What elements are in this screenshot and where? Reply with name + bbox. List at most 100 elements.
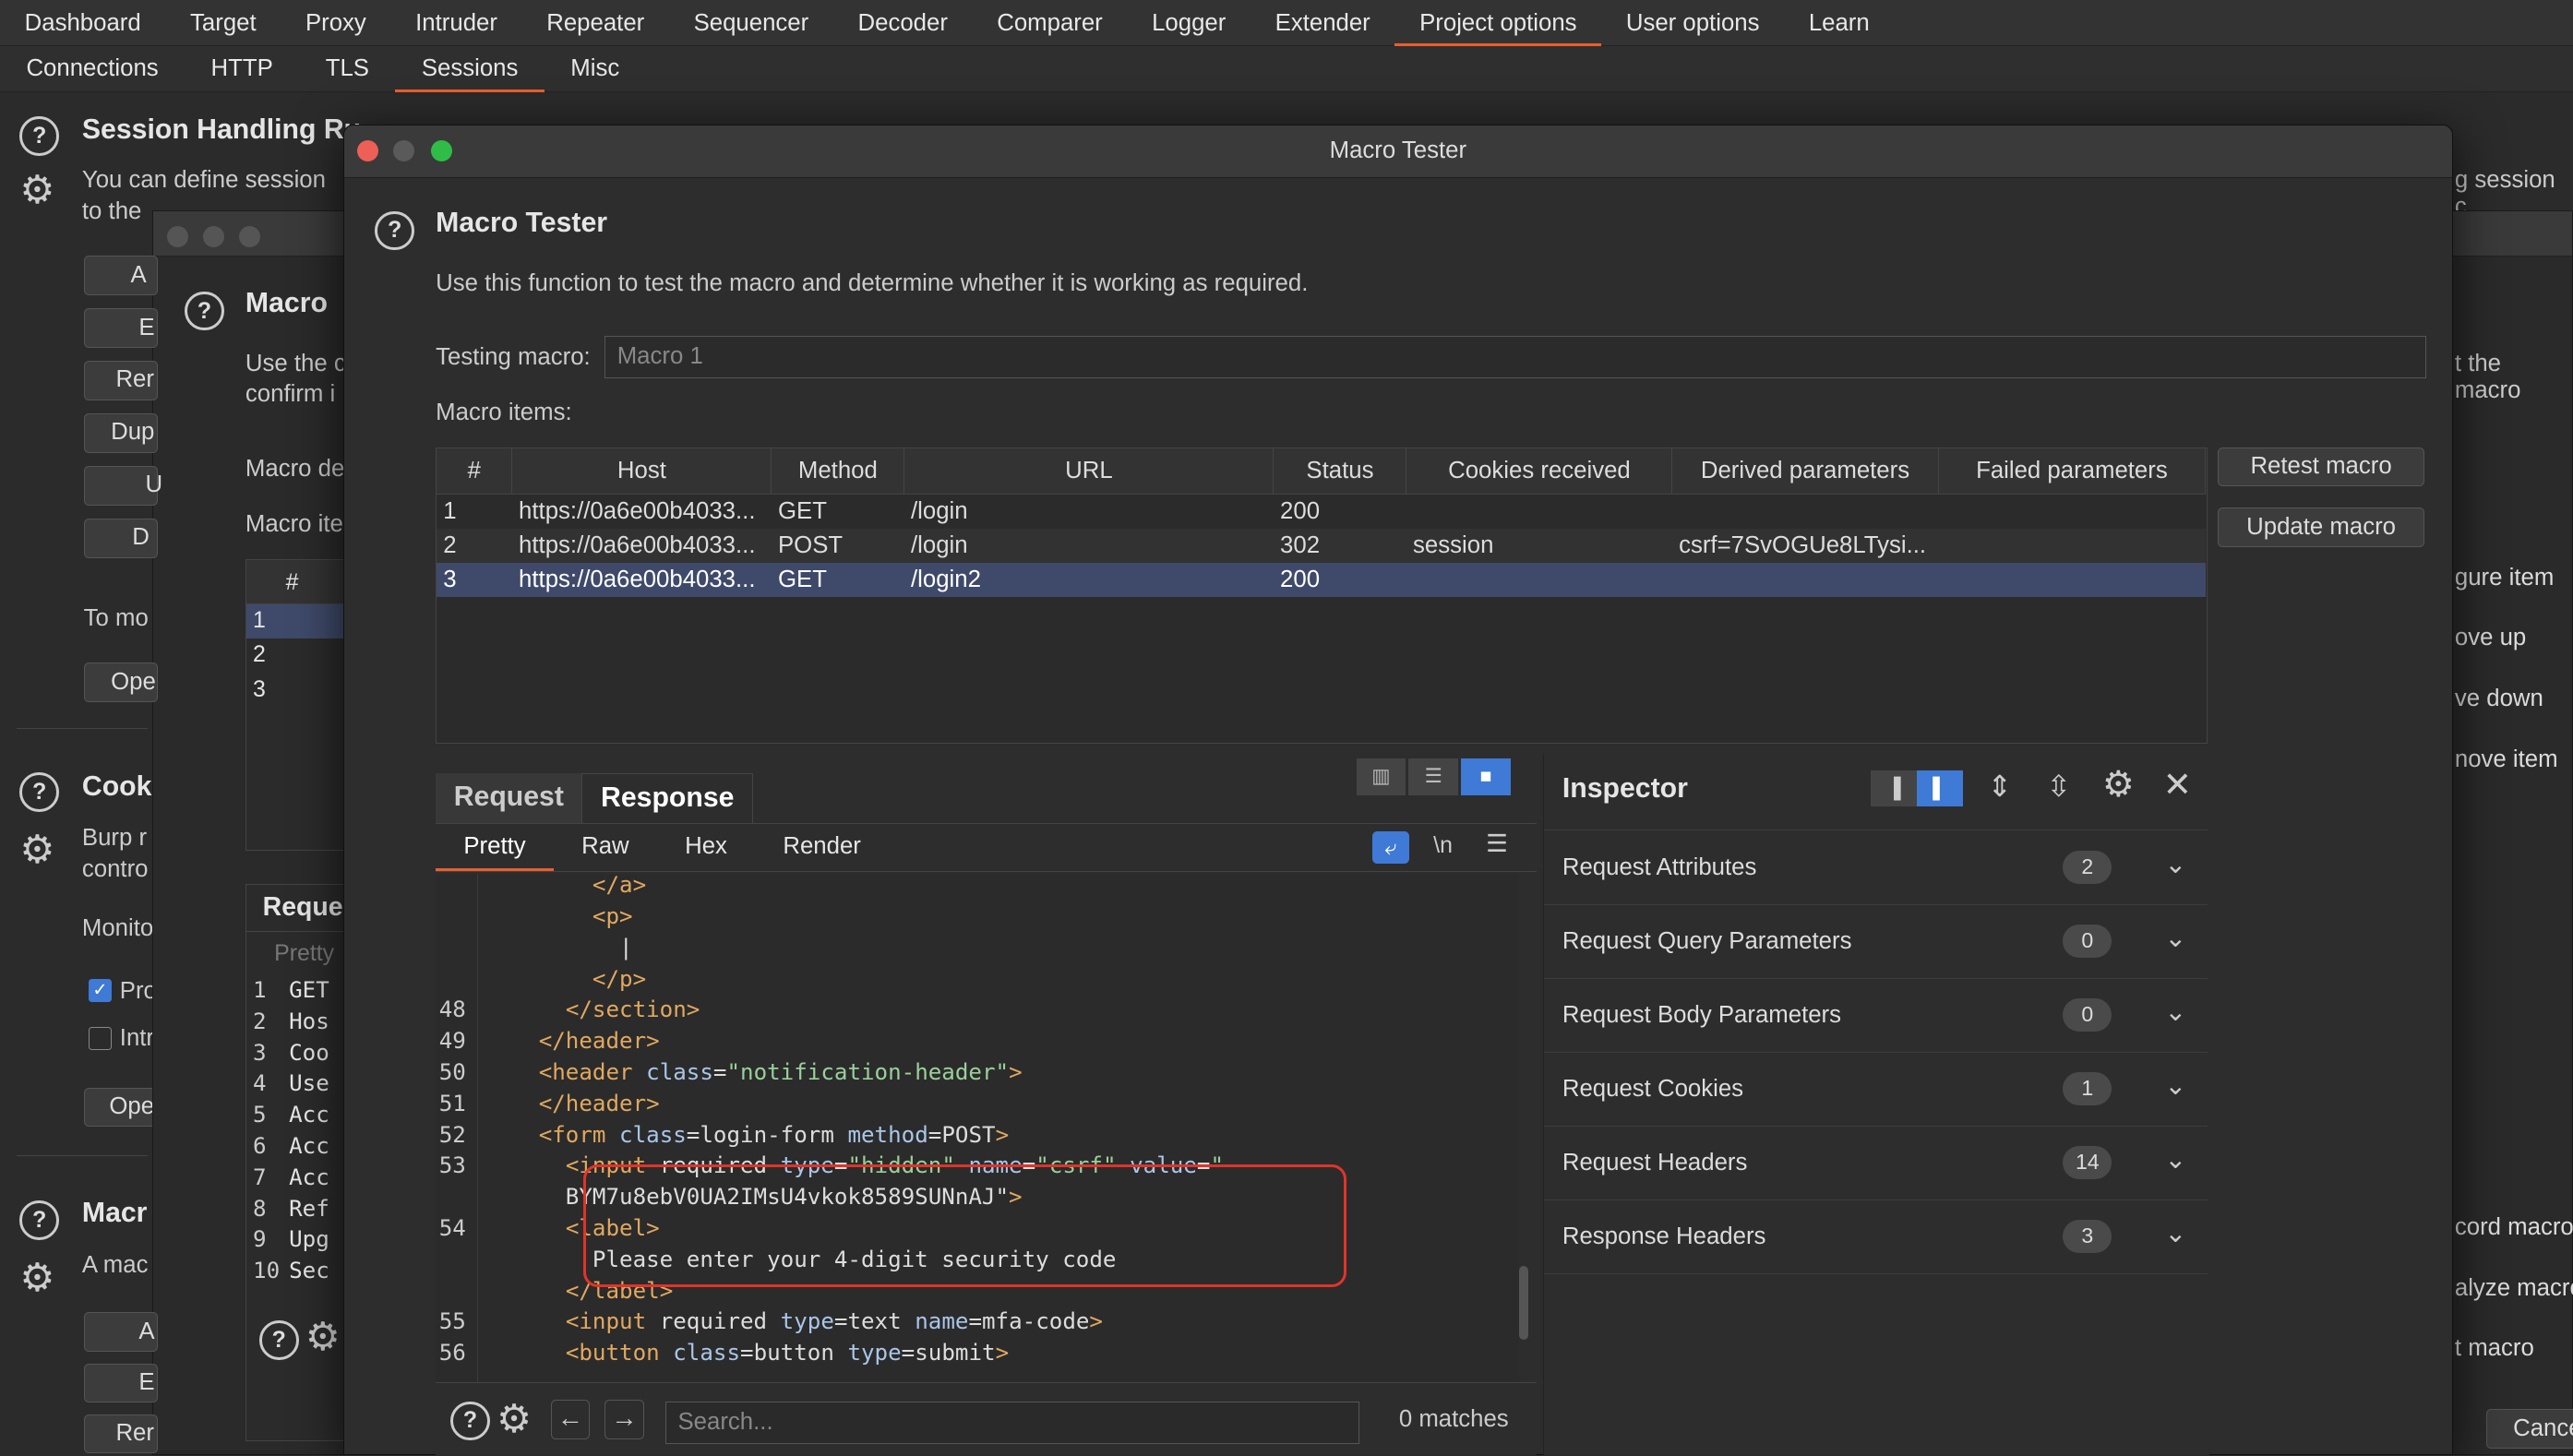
- tab-misc[interactable]: Misc: [545, 46, 646, 92]
- chevron-down-icon[interactable]: ⌄: [2164, 849, 2186, 880]
- table-row[interactable]: 2 https://0a6e00b4033... POST/login 302 sess…: [437, 528, 2206, 564]
- macro-items-table[interactable]: # Host Method URL Status Cookies received Deri…: [436, 447, 2208, 745]
- column-header[interactable]: Host: [511, 448, 772, 495]
- inspector-section[interactable]: Request Query Parameters 0 ⌄: [1544, 905, 2208, 979]
- tab-repeater[interactable]: Repeater: [522, 0, 669, 46]
- tab-user-options[interactable]: User options: [1601, 0, 1784, 46]
- checkbox-checked[interactable]: ✓: [89, 979, 112, 1003]
- inspector-section[interactable]: Request Attributes 2 ⌄: [1544, 831, 2208, 905]
- tab-target[interactable]: Target: [165, 0, 281, 46]
- column-header[interactable]: Status: [1273, 448, 1407, 495]
- split-vertical-icon[interactable]: ☰: [1408, 758, 1458, 795]
- tab-tls[interactable]: TLS: [299, 46, 395, 92]
- minimize-icon[interactable]: [202, 225, 224, 247]
- dock-left-icon[interactable]: ▐: [1871, 770, 1917, 806]
- expand-all-icon[interactable]: ⇕: [1987, 769, 2012, 804]
- remove-button[interactable]: Rer: [83, 1414, 158, 1454]
- right-button[interactable]: gure item: [2455, 559, 2573, 599]
- column-header[interactable]: Derived parameters: [1671, 448, 1939, 495]
- table-row[interactable]: 2: [246, 638, 343, 673]
- help-icon[interactable]: ?: [19, 116, 59, 156]
- help-icon[interactable]: ?: [258, 1320, 299, 1360]
- right-button[interactable]: Cance: [2485, 1409, 2573, 1449]
- right-button[interactable]: t macro: [2455, 1331, 2573, 1370]
- menu-icon[interactable]: ☰: [1486, 829, 1508, 858]
- right-button[interactable]: cord macro: [2455, 1209, 2573, 1248]
- right-button[interactable]: ve down: [2455, 681, 2573, 721]
- tab-proxy[interactable]: Proxy: [281, 0, 390, 46]
- tab-extender[interactable]: Extender: [1251, 0, 1394, 46]
- column-header[interactable]: URL: [904, 448, 1275, 495]
- wrap-lines-icon[interactable]: ⤶: [1372, 830, 1409, 865]
- tab-intruder[interactable]: Intruder: [390, 0, 521, 46]
- duplicate-button[interactable]: Dup: [83, 413, 158, 453]
- next-icon[interactable]: →: [604, 1399, 644, 1439]
- tab-pretty[interactable]: Pretty: [436, 824, 554, 872]
- tab-project-options[interactable]: Project options: [1394, 0, 1602, 46]
- retest-macro-button[interactable]: Retest macro: [2218, 447, 2425, 487]
- tab-request[interactable]: Request: [436, 773, 582, 823]
- tab-raw[interactable]: Raw: [554, 824, 657, 872]
- help-icon[interactable]: ?: [185, 291, 224, 331]
- tab-dashboard[interactable]: Dashboard: [0, 0, 165, 46]
- inspector-section[interactable]: Response Headers 3 ⌄: [1544, 1200, 2208, 1274]
- request-tab[interactable]: Reque: [245, 885, 343, 933]
- help-icon[interactable]: ?: [19, 772, 59, 813]
- open-button[interactable]: Ope: [83, 662, 158, 702]
- maximize-icon[interactable]: [238, 225, 260, 247]
- table-row[interactable]: 3 https://0a6e00b4033... GET/login2 200: [437, 563, 2206, 598]
- column-header[interactable]: Cookies received: [1406, 448, 1673, 495]
- tab-connections[interactable]: Connections: [0, 46, 185, 92]
- help-icon[interactable]: ?: [450, 1401, 490, 1441]
- up-button[interactable]: U: [83, 465, 162, 506]
- tab-decoder[interactable]: Decoder: [833, 0, 973, 46]
- response-editor[interactable]: </a> <p> | </p> 48 </section> 49 </header>…: [436, 873, 1519, 1383]
- macro-items-table[interactable]: # 1 2 3: [245, 558, 344, 851]
- edit-button[interactable]: E: [83, 1363, 158, 1403]
- tab-comparer[interactable]: Comparer: [973, 0, 1128, 46]
- inspector-section[interactable]: Request Body Parameters 0 ⌄: [1544, 979, 2208, 1053]
- previous-icon[interactable]: ←: [550, 1399, 591, 1439]
- update-macro-button[interactable]: Update macro: [2218, 507, 2425, 548]
- tab-logger[interactable]: Logger: [1127, 0, 1251, 46]
- column-header[interactable]: #: [437, 448, 513, 495]
- split-horizontal-icon[interactable]: ▥: [1356, 758, 1406, 795]
- close-icon[interactable]: ✕: [2163, 764, 2192, 805]
- tab-render[interactable]: Render: [755, 824, 889, 872]
- column-header[interactable]: Method: [771, 448, 905, 495]
- help-icon[interactable]: ?: [375, 210, 415, 251]
- chevron-down-icon[interactable]: ⌄: [2164, 1144, 2186, 1176]
- remove-button[interactable]: Rer: [83, 361, 158, 400]
- gear-icon[interactable]: ⚙: [2102, 765, 2135, 806]
- tab-sequencer[interactable]: Sequencer: [669, 0, 833, 46]
- dock-right-icon[interactable]: ▌: [1916, 770, 1963, 806]
- right-button[interactable]: nove item: [2455, 742, 2573, 782]
- edit-button[interactable]: E: [83, 308, 158, 348]
- chevron-down-icon[interactable]: ⌄: [2164, 997, 2186, 1028]
- chevron-down-icon[interactable]: ⌄: [2164, 1218, 2186, 1249]
- tab-http[interactable]: HTTP: [185, 46, 299, 92]
- tab-sessions[interactable]: Sessions: [395, 46, 545, 92]
- add-button[interactable]: A: [83, 1312, 158, 1353]
- scrollbar[interactable]: [1518, 1265, 1529, 1340]
- gear-icon[interactable]: ⚙: [19, 171, 54, 210]
- inspector-section[interactable]: Request Cookies 1 ⌄: [1544, 1053, 2208, 1127]
- chevron-down-icon[interactable]: ⌄: [2164, 1070, 2186, 1102]
- add-button[interactable]: A: [83, 256, 158, 296]
- table-row[interactable]: 1: [245, 603, 343, 638]
- table-row[interactable]: 3: [246, 673, 343, 707]
- right-button[interactable]: ove up: [2455, 620, 2573, 660]
- right-button[interactable]: alyze macro: [2455, 1270, 2573, 1309]
- tab-hex[interactable]: Hex: [657, 824, 755, 872]
- inspector-section[interactable]: Request Headers 14 ⌄: [1544, 1127, 2208, 1200]
- checkbox[interactable]: [89, 1027, 112, 1050]
- chevron-down-icon[interactable]: ⌄: [2164, 923, 2186, 954]
- tab-learn[interactable]: Learn: [1784, 0, 1894, 46]
- pretty-tab[interactable]: Pretty: [246, 932, 343, 975]
- column-header[interactable]: Failed parameters: [1938, 448, 2207, 495]
- gear-icon[interactable]: ⚙: [19, 829, 54, 870]
- collapse-all-icon[interactable]: ⇳: [2046, 769, 2071, 804]
- down-button[interactable]: D: [83, 518, 158, 558]
- gear-icon[interactable]: ⚙: [497, 1399, 532, 1439]
- search-input[interactable]: Search...: [665, 1401, 1360, 1444]
